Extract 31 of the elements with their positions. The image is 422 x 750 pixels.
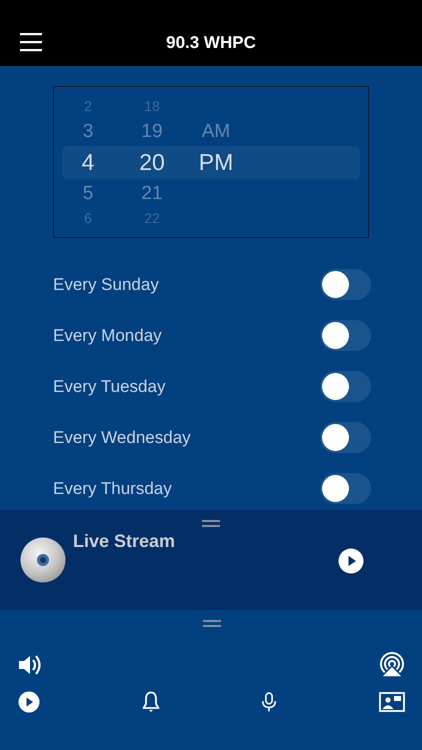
- picker-value[interactable]: 4: [82, 150, 94, 174]
- alarm-label: Every Thursday: [53, 478, 172, 498]
- alarm-label: Every Sunday: [53, 274, 159, 294]
- menu-icon[interactable]: [20, 32, 42, 52]
- disc-icon: [20, 537, 66, 583]
- toggle-switch[interactable]: [320, 320, 371, 351]
- app-title: 90.3 WHPC: [166, 33, 256, 53]
- alarm-label: Every Tuesday: [53, 376, 166, 396]
- picker-value[interactable]: 20: [139, 150, 165, 174]
- toggle-switch[interactable]: [320, 371, 371, 402]
- play-icon[interactable]: [18, 691, 40, 713]
- picker-value[interactable]: AM: [202, 122, 230, 140]
- microphone-icon[interactable]: [261, 691, 278, 713]
- drag-handle-icon[interactable]: [202, 520, 220, 527]
- picker-value[interactable]: PM: [198, 150, 234, 174]
- contact-card-icon[interactable]: [378, 692, 405, 712]
- picker-value[interactable]: 21: [141, 184, 163, 202]
- drag-handle-icon[interactable]: [202, 620, 220, 627]
- stream-title: Live Stream: [73, 531, 176, 552]
- alarm-label: Every Monday: [53, 326, 162, 346]
- airplay-icon[interactable]: [379, 652, 405, 678]
- toggle-switch[interactable]: [320, 422, 371, 453]
- picker-value[interactable]: 3: [82, 122, 94, 140]
- picker-value[interactable]: 19: [141, 122, 163, 140]
- alarm-label: Every Wednesday: [53, 428, 191, 448]
- picker-value[interactable]: 5: [82, 184, 94, 202]
- play-icon[interactable]: [338, 548, 364, 574]
- toggle-switch[interactable]: [320, 269, 371, 300]
- volume-icon[interactable]: [18, 654, 42, 676]
- bell-icon[interactable]: [142, 691, 160, 713]
- toggle-switch[interactable]: [320, 473, 371, 504]
